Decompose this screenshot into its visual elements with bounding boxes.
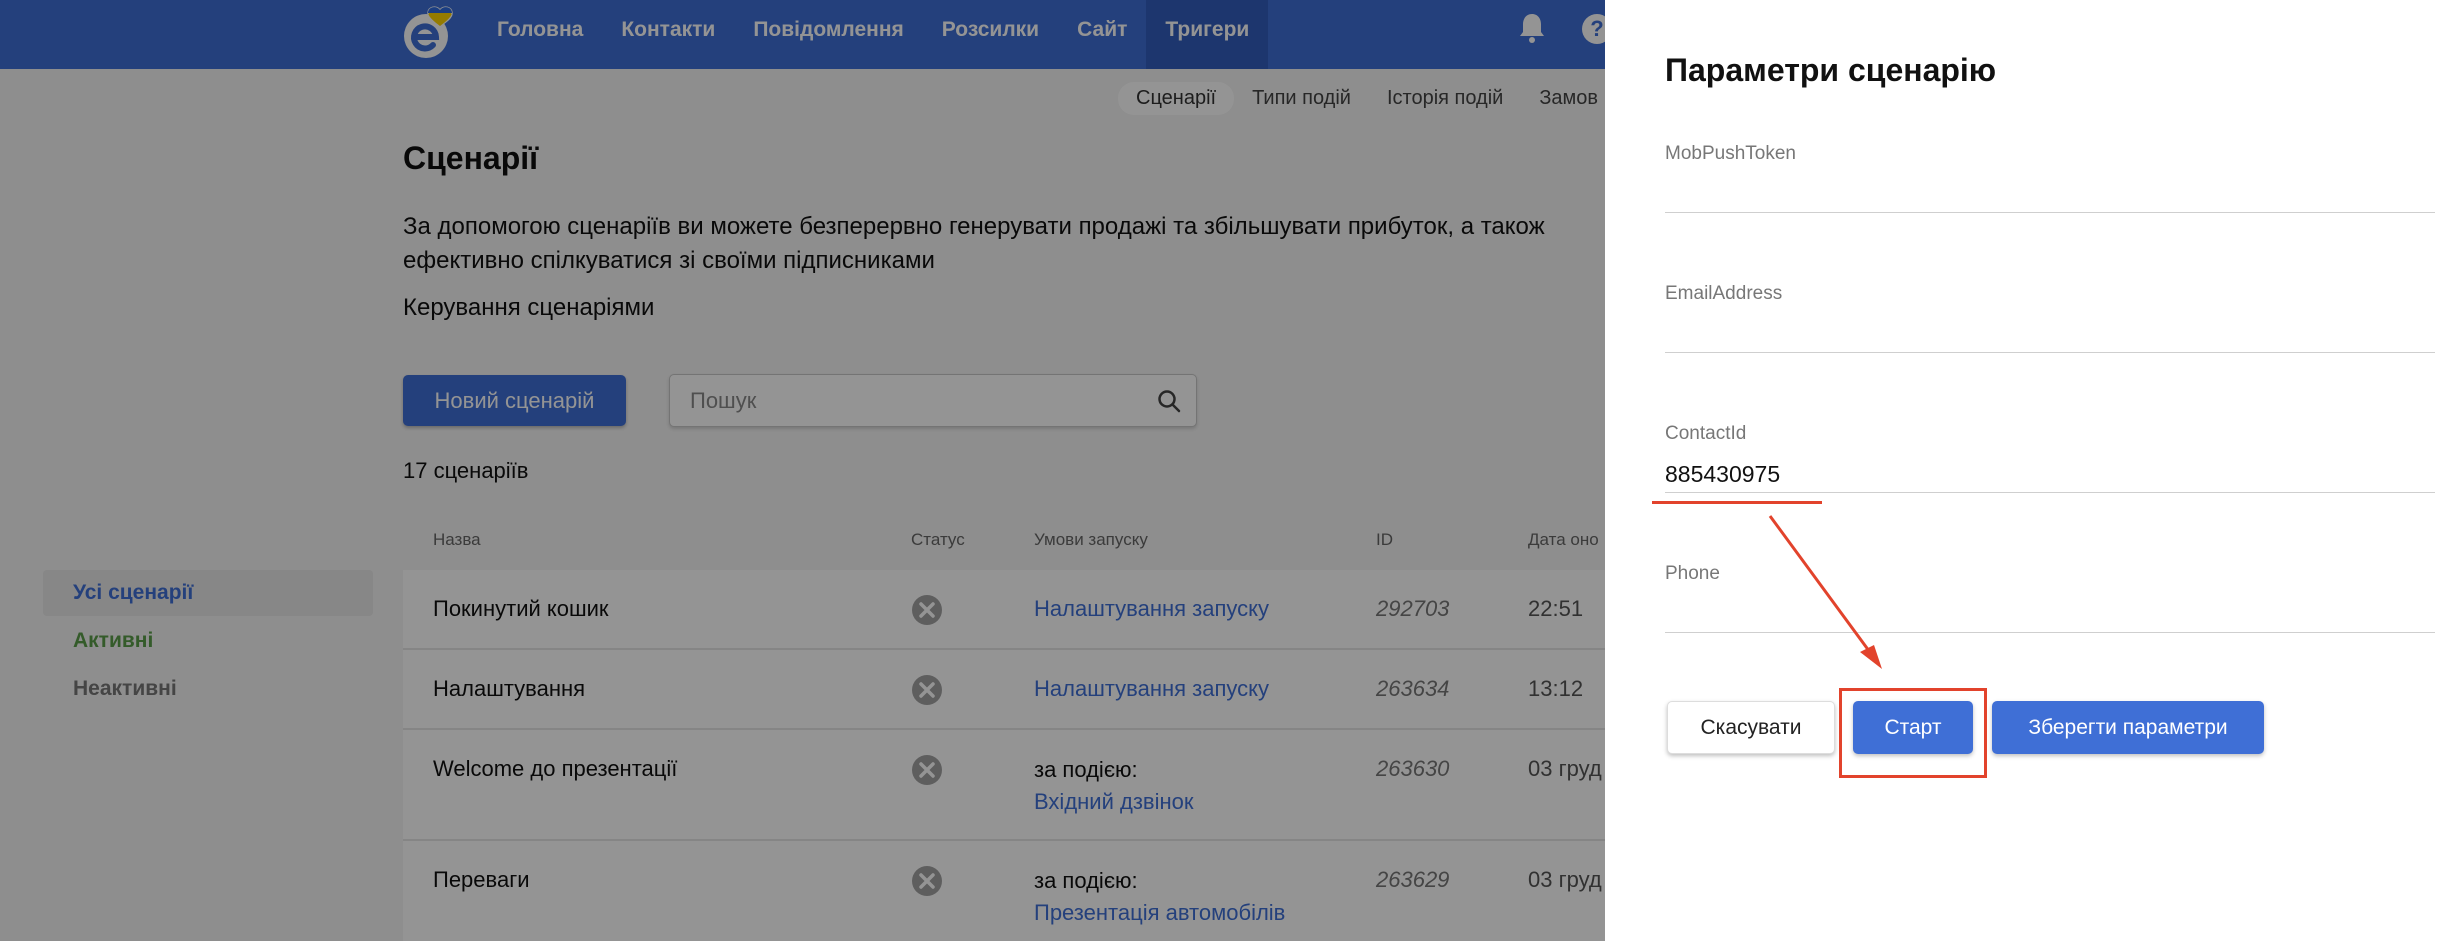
contact-id-field: ContactId: [1665, 423, 2435, 493]
manage-scenarios-link[interactable]: Керування сценаріями: [403, 294, 654, 322]
event-link[interactable]: Вхідний дзвінок: [1034, 786, 1194, 818]
field-label: ContactId: [1665, 423, 1747, 444]
start-button[interactable]: Старт: [1853, 701, 1973, 754]
status-inactive-icon[interactable]: [911, 865, 943, 897]
scenario-date: 03 груд: [1528, 867, 1602, 892]
scenario-id: 263634: [1376, 676, 1450, 701]
scenario-date: 03 груд: [1528, 756, 1602, 781]
table-row[interactable]: Покинутий кошик Налаштування запуску 292…: [403, 570, 1653, 650]
nav-site[interactable]: Сайт: [1058, 0, 1146, 69]
subtab-scenarios[interactable]: Сценарії: [1118, 82, 1235, 115]
column-date[interactable]: Дата оно: [1528, 530, 1599, 550]
filter-inactive[interactable]: Неактивні: [43, 666, 373, 712]
field-label: MobPushToken: [1665, 143, 1796, 164]
subtab-event-history[interactable]: Історія подій: [1369, 82, 1521, 115]
annotation-underline: [1652, 501, 1822, 504]
column-id[interactable]: ID: [1376, 530, 1393, 550]
event-link[interactable]: Презентація автомобілів: [1034, 897, 1285, 929]
search-box: [669, 374, 1197, 427]
scenario-name[interactable]: Налаштування: [433, 676, 585, 702]
bell-icon[interactable]: [1517, 11, 1547, 45]
scenario-name[interactable]: Покинутий кошик: [433, 596, 609, 622]
mobpushtoken-field: MobPushToken: [1665, 143, 2435, 213]
column-status[interactable]: Статус: [911, 530, 965, 550]
scenario-count: 17 сценаріїв: [403, 458, 529, 483]
table-header: Назва Статус Умови запуску ID Дата оно: [403, 530, 1653, 556]
column-name[interactable]: Назва: [433, 530, 481, 550]
scenario-name[interactable]: Переваги: [433, 867, 530, 893]
cancel-button[interactable]: Скасувати: [1667, 701, 1835, 754]
scenario-date: 13:12: [1528, 676, 1584, 701]
nav-home[interactable]: Головна: [478, 0, 602, 69]
status-inactive-icon[interactable]: [911, 754, 943, 786]
nav-triggers[interactable]: Тригери: [1146, 0, 1269, 69]
page-title: Сценарії: [403, 140, 539, 176]
page-description: За допомогою сценаріїв ви можете безпере…: [403, 213, 1545, 274]
new-scenario-button[interactable]: Новий сценарій: [403, 375, 626, 426]
launch-condition: за подією: Вхідний дзвінок: [1034, 754, 1194, 818]
status-inactive-icon[interactable]: [911, 594, 943, 626]
email-address-field: EmailAddress: [1665, 283, 2435, 353]
launch-condition: за подією: Презентація автомобілів: [1034, 865, 1285, 929]
filter-active[interactable]: Активні: [43, 618, 373, 664]
launch-settings-link[interactable]: Налаштування запуску: [1034, 676, 1269, 702]
filter-sidebar: Усі сценарії Активні Неактивні: [43, 570, 373, 714]
event-prefix: за подією:: [1034, 757, 1138, 782]
scenario-id: 292703: [1376, 596, 1450, 621]
email-address-input[interactable]: [1665, 319, 2425, 349]
panel-title: Параметри сценарію: [1665, 52, 1997, 88]
save-params-button[interactable]: Зберегти параметри: [1992, 701, 2264, 754]
scenario-date: 22:51: [1528, 596, 1584, 621]
event-prefix: за подією:: [1034, 868, 1138, 893]
main-nav: Головна Контакти Повідомлення Розсилки С…: [478, 0, 1269, 69]
column-conditions[interactable]: Умови запуску: [1034, 530, 1148, 550]
scenario-id: 263630: [1376, 756, 1450, 781]
table-row[interactable]: Налаштування Налаштування запуску 263634…: [403, 650, 1653, 730]
scenario-name[interactable]: Welcome до презентації: [433, 756, 677, 782]
search-icon[interactable]: [1156, 388, 1182, 414]
field-label: Phone: [1665, 563, 1720, 584]
launch-settings-link[interactable]: Налаштування запуску: [1034, 596, 1269, 622]
table-row[interactable]: Welcome до презентації за подією: Вхідни…: [403, 730, 1653, 841]
subtab-orders[interactable]: Замов: [1521, 82, 1616, 115]
scenario-params-panel: Параметри сценарію MobPushToken EmailAdd…: [1605, 0, 2447, 941]
phone-input[interactable]: [1665, 599, 2425, 629]
filter-all[interactable]: Усі сценарії: [43, 570, 373, 616]
status-inactive-icon[interactable]: [911, 674, 943, 706]
search-input[interactable]: [690, 385, 1130, 417]
phone-field: Phone: [1665, 563, 2435, 633]
field-label: EmailAddress: [1665, 283, 1783, 304]
mobpushtoken-input[interactable]: [1665, 179, 2425, 209]
subtabs: Сценарії Типи подій Історія подій Замов: [1118, 82, 1616, 115]
subtab-event-types[interactable]: Типи подій: [1234, 82, 1369, 115]
table-row[interactable]: Переваги за подією: Презентація автомобі…: [403, 841, 1653, 941]
contact-id-input[interactable]: [1665, 459, 2425, 489]
scenario-table: Покинутий кошик Налаштування запуску 292…: [403, 570, 1653, 941]
nav-mailings[interactable]: Розсилки: [923, 0, 1058, 69]
logo[interactable]: [400, 6, 460, 62]
scenario-id: 263629: [1376, 867, 1450, 892]
nav-messages[interactable]: Повідомлення: [734, 0, 922, 69]
nav-contacts[interactable]: Контакти: [602, 0, 734, 69]
